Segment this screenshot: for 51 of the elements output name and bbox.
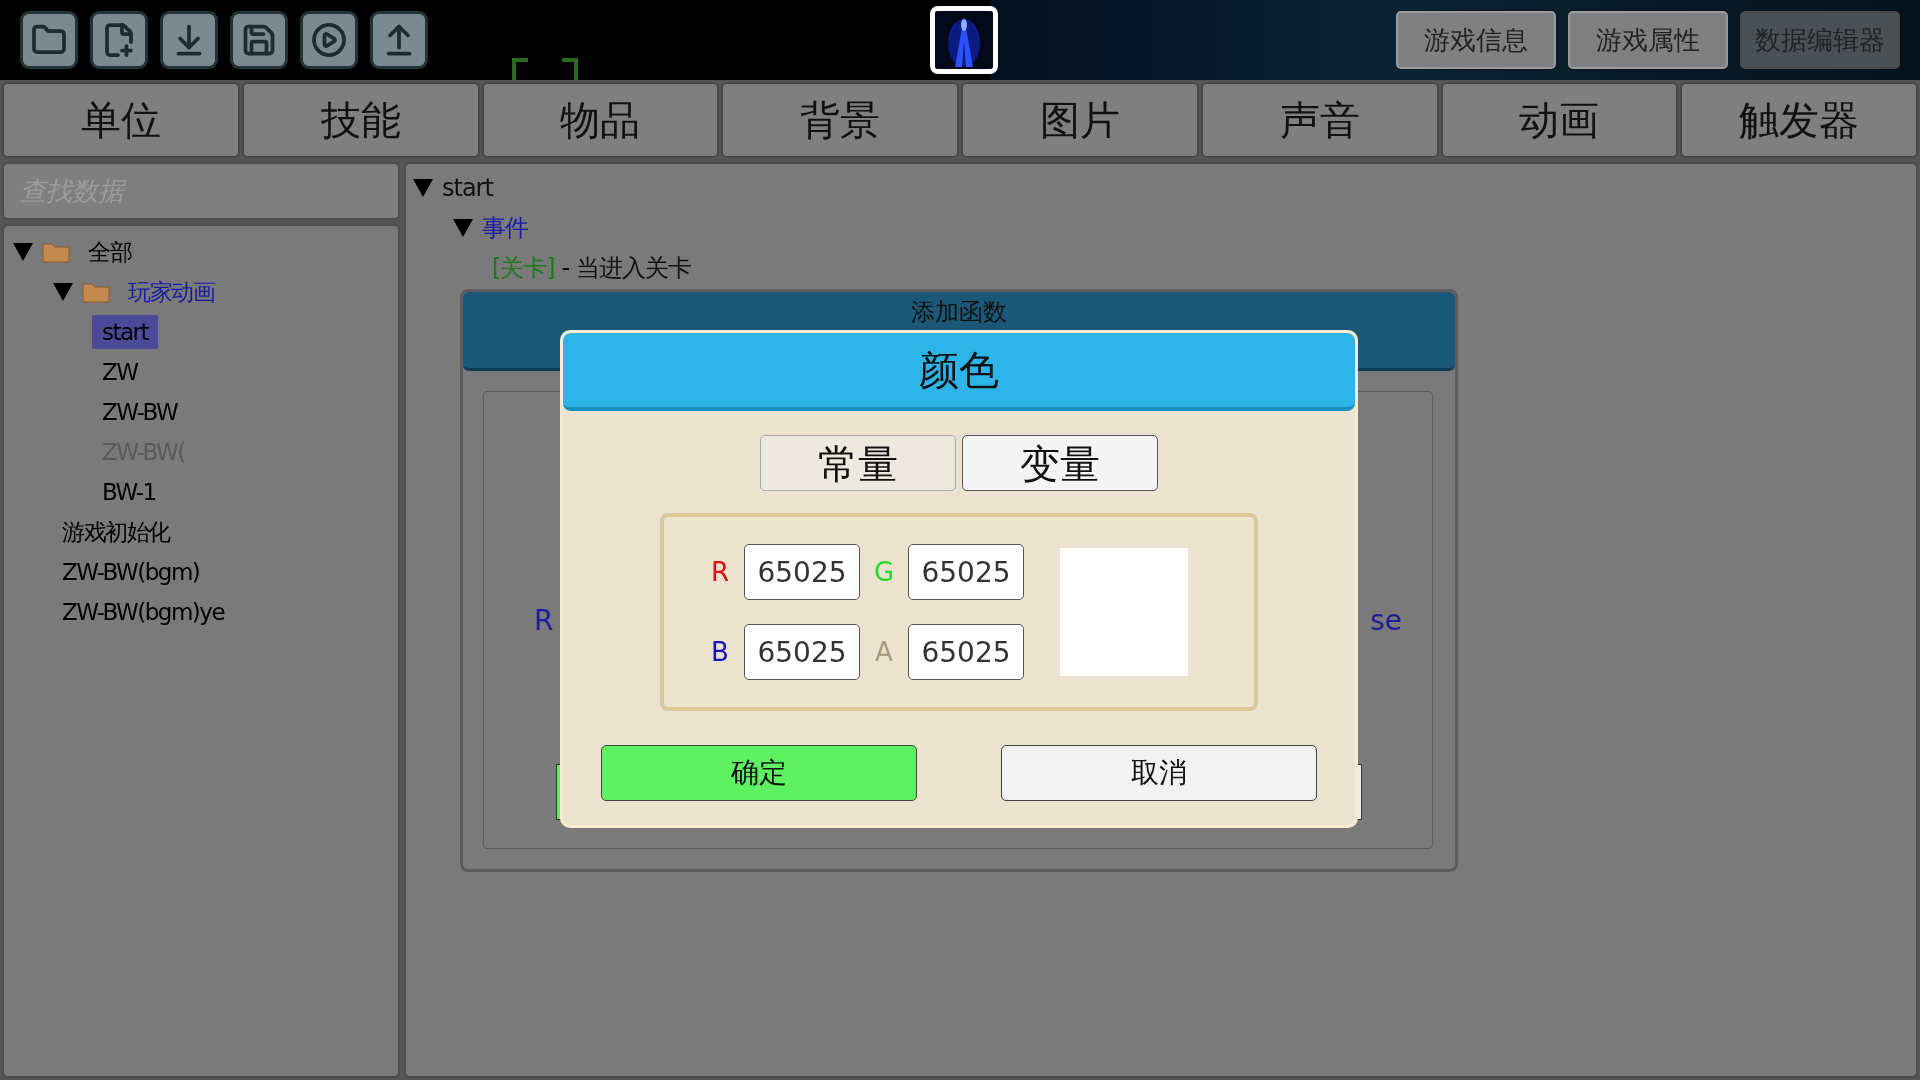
category-tab[interactable]: 单位 (2, 82, 240, 158)
tree-item[interactable]: ZW-BW(bgm) (52, 555, 210, 589)
tree-item[interactable]: BW-1 (92, 475, 166, 509)
folder-icon[interactable] (20, 11, 78, 69)
file-plus-icon[interactable] (90, 11, 148, 69)
play-icon[interactable] (300, 11, 358, 69)
dialog-title: 颜色 (919, 345, 999, 395)
cancel-button[interactable]: 取消 (1001, 745, 1317, 801)
channel-input[interactable]: 65025 (908, 544, 1024, 600)
category-tab[interactable]: 物品 (481, 82, 720, 158)
dialog-title: 添加函数 (911, 297, 1007, 328)
upload-icon[interactable] (370, 11, 428, 69)
expand-arrow-icon[interactable] (452, 218, 474, 238)
tree-item[interactable]: start (92, 315, 159, 349)
param-text: se (1370, 603, 1402, 637)
expand-arrow-icon[interactable] (52, 282, 74, 302)
tree-root-label[interactable]: start (442, 174, 493, 202)
expand-arrow-icon[interactable] (12, 242, 34, 262)
header-button[interactable]: 游戏信息 (1396, 11, 1556, 69)
header-button[interactable]: 游戏属性 (1568, 11, 1728, 69)
expand-arrow-icon[interactable] (412, 178, 434, 198)
confirm-button[interactable]: 确定 (601, 745, 917, 801)
tree-item[interactable]: ZW-BW(bgm)ye (52, 595, 235, 629)
category-tab[interactable]: 动画 (1440, 82, 1679, 158)
channel-input[interactable]: 65025 (744, 624, 860, 680)
save-icon[interactable] (230, 11, 288, 69)
section-label[interactable]: 事件 (482, 212, 528, 244)
tree-item[interactable]: ZW (92, 355, 148, 389)
category-tab[interactable]: 声音 (1200, 82, 1439, 158)
category-tab[interactable]: 图片 (961, 82, 1199, 158)
category-tab[interactable]: 技能 (241, 82, 480, 158)
tree-item[interactable]: 游戏初始化 (52, 512, 180, 552)
event-line[interactable]: [关卡] - 当进入关卡 (492, 252, 691, 284)
category-tab[interactable]: 背景 (721, 82, 959, 158)
channel-input[interactable]: 65025 (744, 544, 860, 600)
category-tab[interactable]: 触发器 (1680, 82, 1918, 158)
mode-toggle[interactable]: 变量 (962, 435, 1158, 491)
download-icon[interactable] (160, 11, 218, 69)
tree-item[interactable]: ZW-BW (92, 395, 188, 429)
selection-bracket-icon (512, 58, 578, 80)
folder-icon (42, 241, 70, 263)
mode-toggle[interactable]: 常量 (760, 435, 956, 491)
folder-label[interactable]: 玩家动画 (118, 272, 224, 312)
folder-label[interactable]: 全部 (78, 232, 141, 272)
channel-label: A (874, 637, 894, 667)
folder-icon (82, 281, 110, 303)
channel-label: B (710, 637, 730, 667)
channel-label: R (709, 557, 731, 587)
channel-label: G (872, 557, 896, 587)
param-text: R (534, 603, 554, 637)
channel-input[interactable]: 65025 (908, 624, 1024, 680)
